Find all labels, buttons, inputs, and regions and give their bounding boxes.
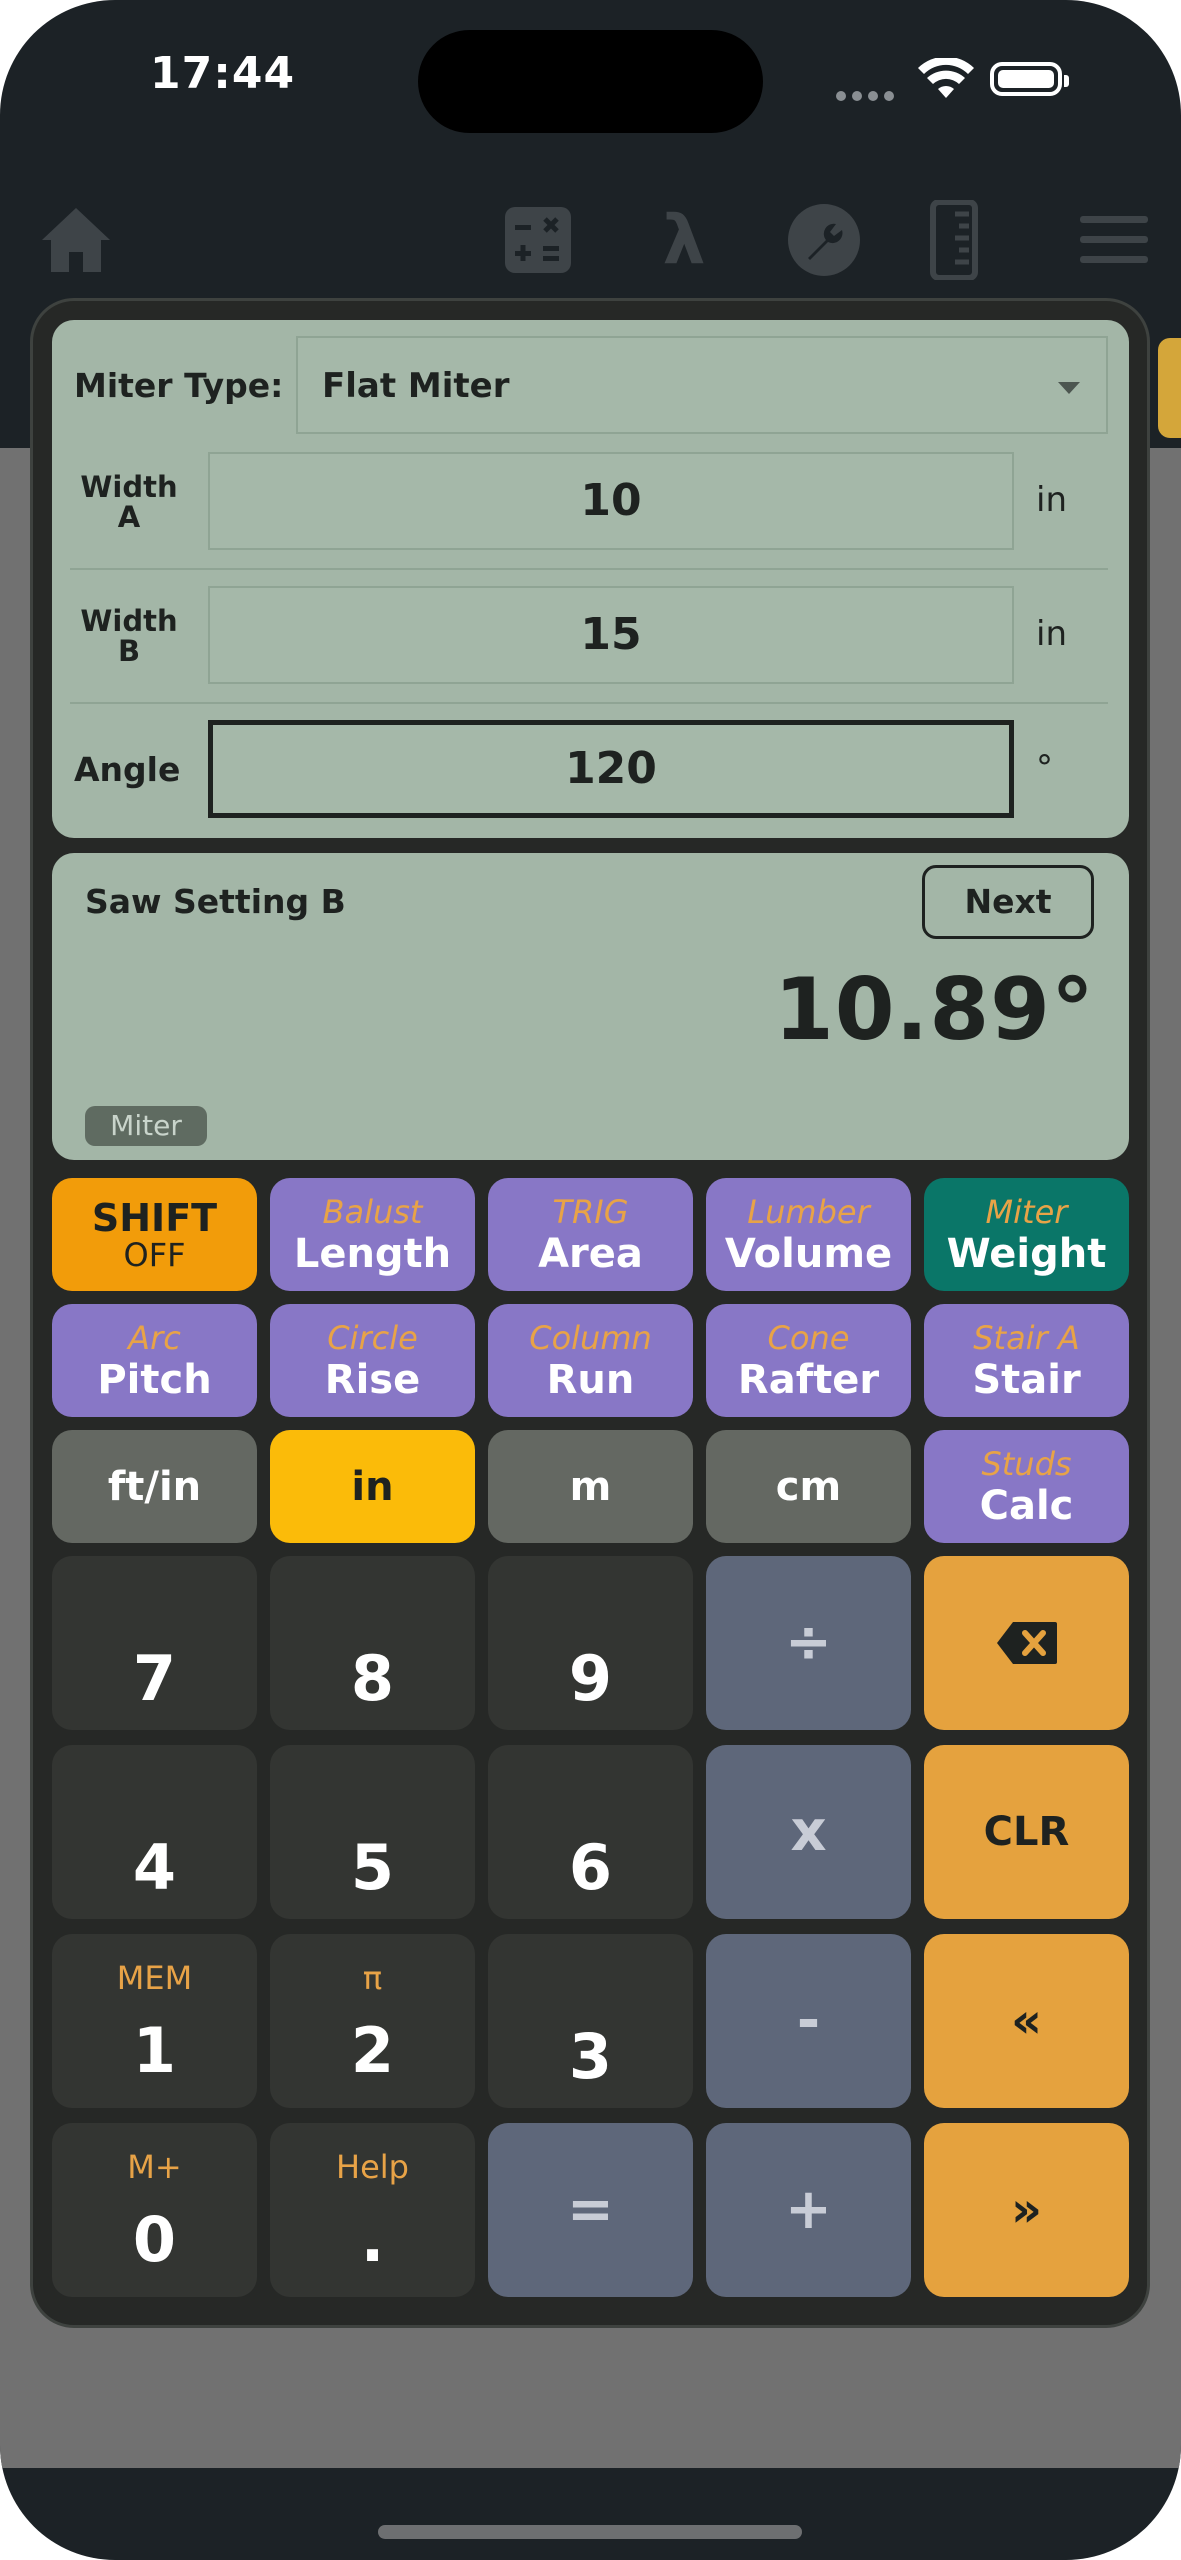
next-button[interactable]: Next: [922, 865, 1094, 939]
unit-m-key[interactable]: m: [488, 1430, 693, 1543]
angle-unit: °: [1036, 748, 1053, 788]
status-bar: 17:44: [0, 0, 1181, 170]
divider: [70, 702, 1108, 704]
miter-type-label: Miter Type:: [74, 366, 284, 405]
home-icon[interactable]: [36, 200, 116, 280]
prev-key[interactable]: «: [924, 1934, 1129, 2108]
menu-icon[interactable]: [1074, 200, 1154, 280]
backspace-key[interactable]: [924, 1556, 1129, 1730]
wrench-icon[interactable]: [784, 200, 864, 280]
home-indicator[interactable]: [378, 2525, 802, 2539]
next-key[interactable]: »: [924, 2123, 1129, 2297]
weight-key[interactable]: Miter Weight: [924, 1178, 1129, 1291]
minus-key[interactable]: -: [706, 1934, 911, 2108]
key-1[interactable]: MEM 1: [52, 1934, 257, 2108]
key-6[interactable]: 6: [488, 1745, 693, 1919]
unit-ft-in-key[interactable]: ft/in: [52, 1430, 257, 1543]
battery-icon: [990, 62, 1069, 96]
calc-key[interactable]: Studs Calc: [924, 1430, 1129, 1543]
result-title: Saw Setting B: [85, 882, 346, 921]
divider: [70, 568, 1108, 570]
width-a-label: Width A: [80, 470, 178, 534]
key-9[interactable]: 9: [488, 1556, 693, 1730]
lambda-icon[interactable]: λ: [644, 200, 724, 280]
miter-type-select[interactable]: Flat Miter: [296, 336, 1108, 434]
divide-key[interactable]: ÷: [706, 1556, 911, 1730]
status-time: 17:44: [150, 48, 296, 99]
unit-cm-key[interactable]: cm: [706, 1430, 911, 1543]
width-b-unit: in: [1036, 614, 1067, 654]
backspace-icon: [996, 1622, 1057, 1664]
clear-key[interactable]: CLR: [924, 1745, 1129, 1919]
key-3[interactable]: 3: [488, 1934, 693, 2108]
volume-key[interactable]: Lumber Volume: [706, 1178, 911, 1291]
dynamic-island: [418, 30, 763, 133]
key-2[interactable]: π 2: [270, 1934, 475, 2108]
ruler-icon[interactable]: [914, 200, 994, 280]
key-0[interactable]: M+ 0: [52, 2123, 257, 2297]
angle-input[interactable]: 120: [208, 720, 1014, 818]
side-tab: [1158, 338, 1181, 438]
key-4[interactable]: 4: [52, 1745, 257, 1919]
multiply-key[interactable]: x: [706, 1745, 911, 1919]
width-a-unit: in: [1036, 480, 1067, 520]
shift-key[interactable]: SHIFT OFF: [52, 1178, 257, 1291]
mode-chip: Miter: [85, 1106, 207, 1146]
key-7[interactable]: 7: [52, 1556, 257, 1730]
chevron-down-icon: [1058, 382, 1080, 394]
plus-key[interactable]: +: [706, 2123, 911, 2297]
stair-key[interactable]: Stair A Stair: [924, 1304, 1129, 1417]
phone-screen: 17:44 λ Miter Type: Flat Miter Width A 1…: [0, 0, 1181, 2560]
rafter-key[interactable]: Cone Rafter: [706, 1304, 911, 1417]
angle-label: Angle: [74, 750, 181, 789]
equals-key[interactable]: =: [488, 2123, 693, 2297]
pitch-key[interactable]: Arc Pitch: [52, 1304, 257, 1417]
length-key[interactable]: Balust Length: [270, 1178, 475, 1291]
width-b-input[interactable]: 15: [208, 586, 1014, 684]
width-a-input[interactable]: 10: [208, 452, 1014, 550]
miter-type-value: Flat Miter: [322, 366, 510, 406]
cellular-dots-icon: [836, 86, 900, 105]
area-key[interactable]: TRIG Area: [488, 1178, 693, 1291]
calculator-icon[interactable]: [498, 200, 578, 280]
key-8[interactable]: 8: [270, 1556, 475, 1730]
rise-key[interactable]: Circle Rise: [270, 1304, 475, 1417]
unit-in-key[interactable]: in: [270, 1430, 475, 1543]
run-key[interactable]: Column Run: [488, 1304, 693, 1417]
key-5[interactable]: 5: [270, 1745, 475, 1919]
result-value: 10.89°: [773, 960, 1095, 1060]
top-nav: λ: [0, 180, 1181, 300]
wifi-icon: [918, 56, 974, 104]
decimal-key[interactable]: Help .: [270, 2123, 475, 2297]
width-b-label: Width B: [80, 604, 178, 668]
